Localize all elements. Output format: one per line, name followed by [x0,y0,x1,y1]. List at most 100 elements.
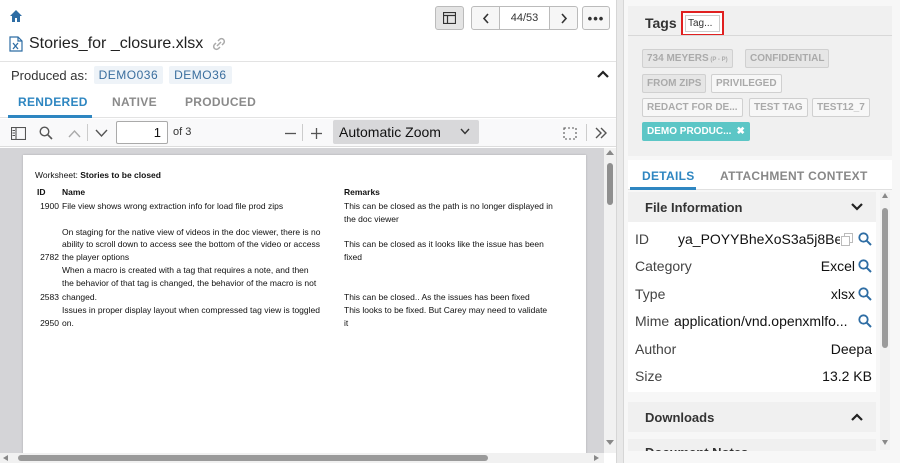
tag-chip-label: 734 MEYERS [647,53,709,64]
info-row-category: Category Excel [628,255,876,277]
close-icon[interactable]: ✖ [736,126,744,137]
cell-name: changed. [62,292,97,302]
home-icon[interactable] [9,9,23,23]
chevron-down-icon [94,129,108,137]
production-chip[interactable]: DEMO036 [93,66,164,84]
previous-page-button[interactable] [66,125,82,141]
search-icon[interactable] [858,232,872,246]
chevron-down-icon [851,203,863,211]
scrollbar-thumb[interactable] [18,455,488,461]
zoom-out-button[interactable] [282,125,298,141]
copy-icon[interactable] [841,233,853,246]
zoom-in-button[interactable] [308,125,324,141]
cell-remarks: This looks to be fixed. But Carey may ne… [344,305,548,315]
scroll-up-arrow-icon[interactable] [606,150,614,155]
tag-chip-active[interactable]: DEMO PRODUC... ✖ [642,122,750,141]
zoom-select[interactable]: Automatic Zoom [333,120,479,144]
info-label: Mime [635,313,670,329]
file-information-section: File Information ID ya_POYYBheXoS3a5j8Be… [628,192,876,392]
tag-chip[interactable]: REDACT FOR DE... [642,98,743,117]
layout-toggle-button[interactable] [435,6,464,30]
double-chevron-right-icon [595,127,607,139]
excel-file-icon [9,36,23,52]
scrollbar-thumb[interactable] [607,163,613,205]
active-tab-indicator [630,187,696,190]
presentation-mode-button[interactable] [562,125,578,141]
sidebar-toggle-button[interactable] [10,125,26,141]
sidebar-toggle-icon [10,126,26,140]
column-header-remarks: Remarks [344,187,380,197]
chevron-up-icon[interactable] [596,68,610,80]
scroll-down-arrow-icon[interactable] [606,440,614,445]
info-label: Size [635,368,663,384]
page-number-input[interactable]: 1 [116,121,168,144]
scroll-up-arrow-icon[interactable] [882,193,888,198]
vertical-scrollbar[interactable] [880,192,890,450]
worksheet-name: Stories to be closed [80,170,161,180]
section-title: Downloads [645,410,715,425]
tag-chip[interactable]: PRIVILEGED [711,74,782,93]
cell-name: the player options [62,252,130,262]
production-chip[interactable]: DEMO36 [169,66,232,84]
tab-attachment-context[interactable]: ATTACHMENT CONTEXT [720,169,868,183]
tag-chip[interactable]: TEST12_7 [812,98,870,117]
search-icon[interactable] [858,287,872,301]
tools-button[interactable] [593,125,609,141]
tag-chip[interactable]: CONFIDENTIAL [745,49,830,68]
chevron-left-icon [482,12,489,24]
produced-as-row: Produced as: DEMO036 DEMO36 [11,66,238,84]
search-icon[interactable] [858,259,872,273]
active-tab-indicator [8,115,92,118]
produced-as-label: Produced as: [11,67,88,83]
more-options-button[interactable]: ••• [582,6,610,30]
find-button[interactable] [38,125,54,141]
previous-document-button[interactable] [472,7,499,29]
tag-chip[interactable]: FROM ZIPS [642,74,707,93]
column-header-name: Name [62,187,86,197]
cell-remarks: This can be closed as it looks like the … [344,239,544,249]
info-label: Category [635,258,692,274]
plus-icon [310,127,322,139]
scrollbar-thumb[interactable] [882,208,888,348]
tab-rendered[interactable]: RENDERED [18,95,88,109]
search-icon[interactable] [858,314,872,328]
info-label: ID [635,231,649,247]
info-label: Type [635,286,666,302]
tag-chip[interactable]: TEST TAG [749,98,808,117]
document-page: Worksheet: Stories to be closed ID Name … [23,155,586,455]
tab-details[interactable]: DETAILS [642,169,695,183]
cell-id: 2583 [40,292,59,302]
view-tabs: RENDERED NATIVE PRODUCED [0,88,616,118]
chevron-right-icon [560,12,567,24]
scroll-left-arrow-icon[interactable] [3,455,8,461]
info-row-author: Author Deepa [628,338,876,360]
downloads-section-header[interactable]: Downloads [628,402,876,432]
pane-resize-handle[interactable] [616,0,624,463]
file-title-row: Stories_for _closure.xlsx [9,34,226,54]
info-value: ya_POYYBheXoS3a5j8Be [678,231,840,247]
info-value: Deepa [830,341,872,357]
tag-chip-suffix: (P - P) [708,57,728,63]
next-document-button[interactable] [550,7,577,29]
tag-chip[interactable]: 734 MEYERS (P - P) [642,49,733,68]
chevron-up-icon [67,129,81,137]
pdf-viewer-toolbar: 1 of 3 Automatic Zoom [0,119,616,147]
vertical-scrollbar[interactable] [604,148,616,453]
toolbar-separator [87,124,88,141]
link-icon[interactable] [212,37,226,51]
info-value: Excel [820,258,855,274]
tags-title: Tags [645,15,677,31]
tab-native[interactable]: NATIVE [112,95,157,109]
file-information-header[interactable]: File Information [628,192,876,222]
scroll-down-arrow-icon[interactable] [882,440,888,445]
info-label: Author [635,341,677,357]
cell-name: Issues in proper display layout when com… [62,305,320,315]
scroll-right-arrow-icon[interactable] [594,455,599,461]
horizontal-scrollbar[interactable] [0,453,604,463]
next-page-button[interactable] [93,125,109,141]
minus-icon [284,132,296,134]
pane-bottom-edge [624,451,900,463]
tag-input[interactable]: Tag... [685,15,720,32]
panel-layout-icon [443,12,456,24]
tab-produced[interactable]: PRODUCED [185,95,256,109]
